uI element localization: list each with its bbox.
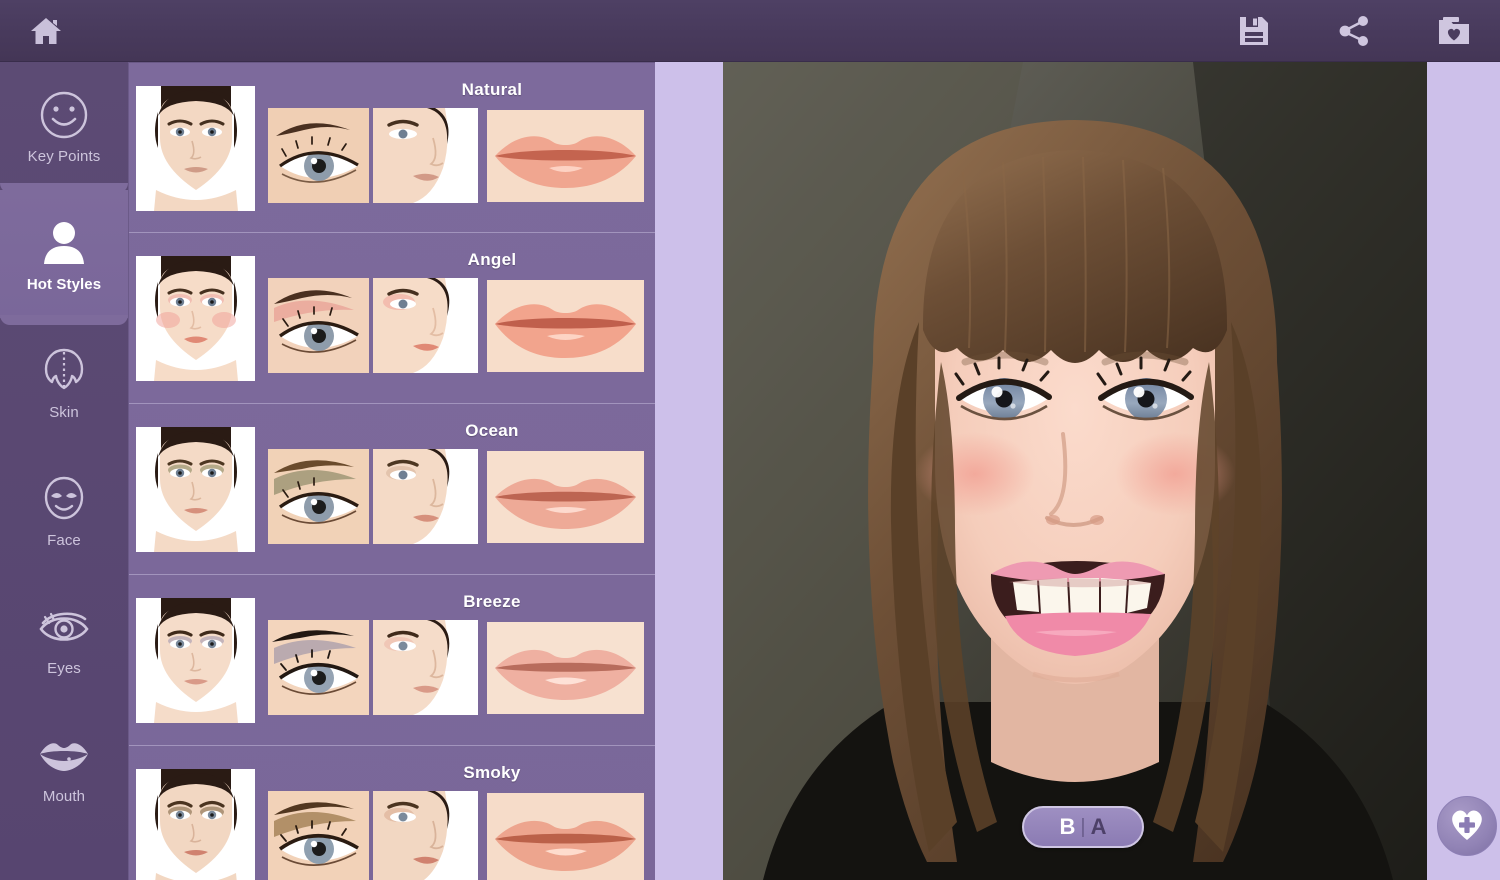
- style-row-thumbnails: [136, 746, 644, 880]
- sidebar-item-label: Face: [47, 531, 81, 549]
- sidebar-item-eyes[interactable]: Eyes: [0, 574, 128, 702]
- style-row[interactable]: Angel: [129, 233, 655, 404]
- eye-thumbnail[interactable]: [268, 620, 369, 715]
- before-after-toggle[interactable]: B | A: [1022, 806, 1144, 848]
- style-row[interactable]: Breeze: [129, 575, 655, 746]
- hot-styles-list-panel[interactable]: Natural Angel Ocean Breeze Smoky: [128, 62, 655, 880]
- style-row-thumbnails: [136, 404, 644, 575]
- left-sidebar: Key Points Hot Styles Skin Face Eyes Mou…: [0, 62, 128, 880]
- face-outline-icon: [37, 472, 91, 526]
- lips-thumbnail[interactable]: [487, 621, 644, 714]
- eye-thumbnail[interactable]: [268, 108, 369, 203]
- sidebar-item-label: Mouth: [42, 787, 86, 805]
- face-thumbnail[interactable]: [136, 256, 255, 381]
- sidebar-item-label: Skin: [49, 403, 79, 421]
- person-silhouette-icon: [37, 216, 91, 270]
- cheek-thumbnail[interactable]: [373, 449, 478, 544]
- eye-thumbnail[interactable]: [268, 278, 369, 373]
- face-thumbnail[interactable]: [136, 769, 255, 880]
- heart-plus-icon: [1447, 805, 1487, 848]
- sidebar-item-label: Key Points: [27, 147, 101, 165]
- face-thumbnail[interactable]: [136, 86, 255, 211]
- face-thumbnail[interactable]: [136, 427, 255, 552]
- sidebar-item-label: Hot Styles: [26, 275, 102, 293]
- cheek-thumbnail[interactable]: [373, 108, 478, 203]
- eye-thumbnail[interactable]: [268, 791, 369, 880]
- save-floppy-icon[interactable]: [1234, 11, 1274, 51]
- style-row-thumbnails: [136, 233, 644, 404]
- cheek-thumbnail[interactable]: [373, 620, 478, 715]
- eye-icon: [37, 600, 91, 654]
- home-icon[interactable]: [26, 11, 66, 51]
- cheek-thumbnail[interactable]: [373, 791, 478, 880]
- sidebar-item-label: Eyes: [47, 659, 81, 677]
- smiley-face-icon: [37, 88, 91, 142]
- sidebar-item-skin[interactable]: Skin: [0, 318, 128, 446]
- eye-thumbnail[interactable]: [268, 449, 369, 544]
- lips-thumbnail[interactable]: [487, 109, 644, 202]
- lips-thumbnail[interactable]: [487, 279, 644, 372]
- lips-icon: [37, 728, 91, 782]
- top-toolbar-actions: [1234, 11, 1474, 51]
- hot-styles-scroll-area[interactable]: Natural Angel Ocean Breeze Smoky: [129, 62, 655, 880]
- after-label: A: [1090, 814, 1107, 839]
- before-after-separator: |: [1080, 815, 1086, 838]
- portrait-photo[interactable]: [723, 62, 1427, 880]
- face-thumbnail[interactable]: [136, 598, 255, 723]
- lips-thumbnail[interactable]: [487, 792, 644, 880]
- before-label: B: [1059, 814, 1076, 839]
- top-toolbar: [0, 0, 1500, 62]
- sidebar-item-face[interactable]: Face: [0, 446, 128, 574]
- folder-heart-icon[interactable]: [1434, 11, 1474, 51]
- cheek-thumbnail[interactable]: [373, 278, 478, 373]
- add-favorite-button[interactable]: [1437, 796, 1497, 856]
- share-icon[interactable]: [1334, 11, 1374, 51]
- head-outline-icon: [37, 344, 91, 398]
- app-window: Key Points Hot Styles Skin Face Eyes Mou…: [0, 0, 1500, 880]
- style-row-thumbnails: [136, 63, 644, 234]
- style-row[interactable]: Natural: [129, 62, 655, 233]
- style-row-thumbnails: [136, 575, 644, 746]
- sidebar-item-key-points[interactable]: Key Points: [0, 62, 128, 190]
- lips-thumbnail[interactable]: [487, 450, 644, 543]
- sidebar-item-mouth[interactable]: Mouth: [0, 702, 128, 830]
- sidebar-item-hot-styles[interactable]: Hot Styles: [0, 183, 128, 325]
- style-row[interactable]: Ocean: [129, 404, 655, 575]
- photo-preview-pane: [655, 62, 1500, 880]
- style-row[interactable]: Smoky: [129, 746, 655, 880]
